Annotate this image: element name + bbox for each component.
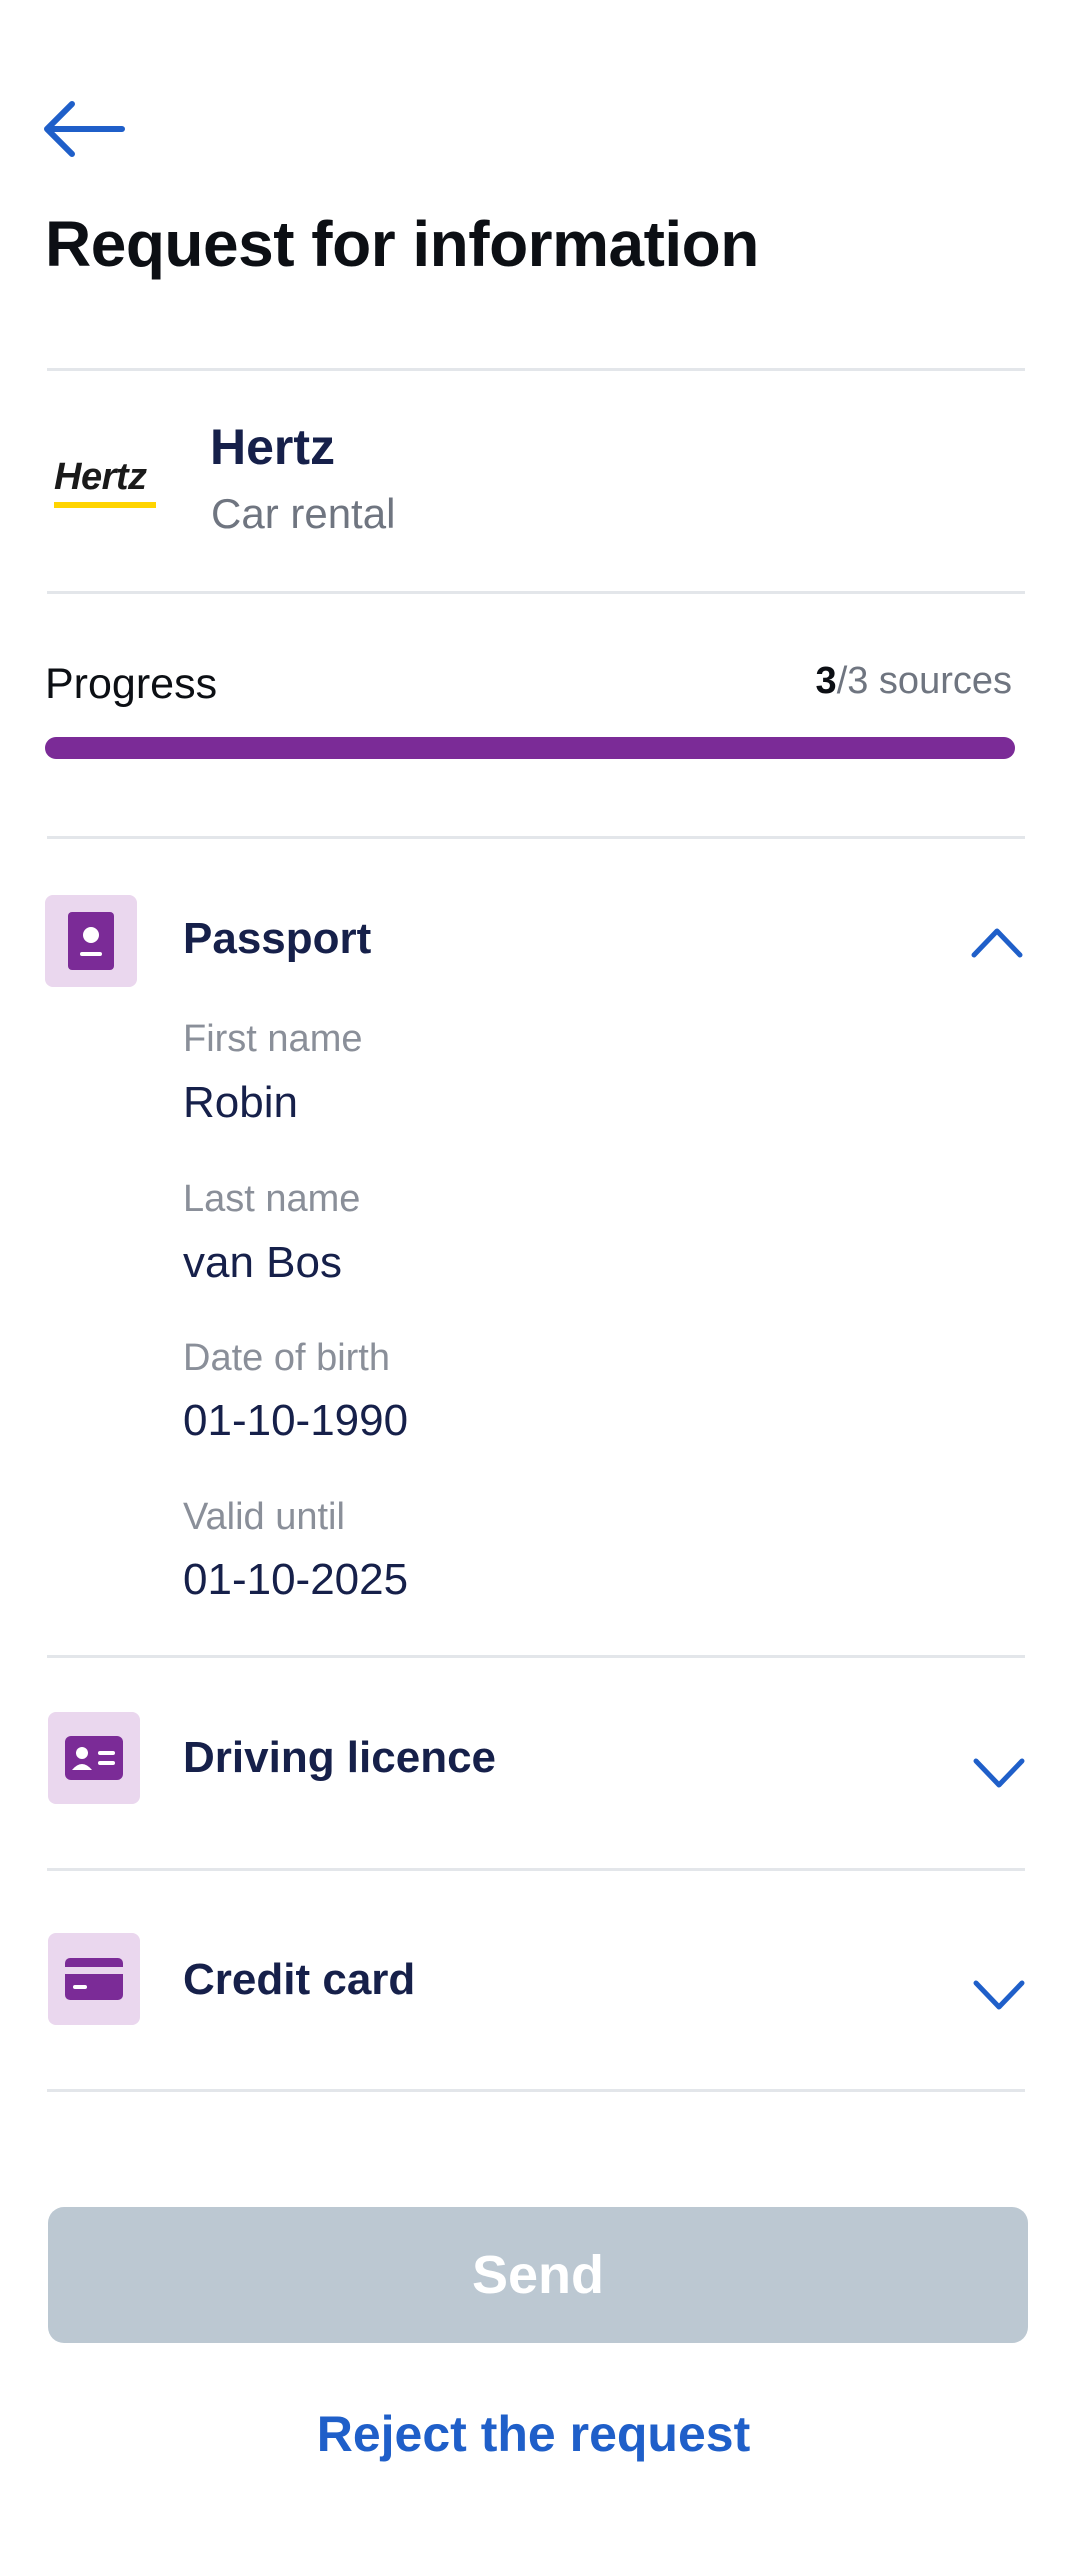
last-name-label: Last name [183, 1178, 361, 1220]
chevron-up-icon [971, 928, 1023, 958]
driving-licence-section-title: Driving licence [183, 1733, 497, 1782]
divider [47, 2089, 1025, 2092]
credit-card-section-title: Credit card [183, 1955, 416, 2004]
credit-card-icon [48, 1933, 140, 2025]
divider [47, 1655, 1025, 1658]
arrow-left-icon [44, 101, 125, 157]
chevron-down-icon [973, 1980, 1025, 2010]
passport-icon [45, 895, 137, 987]
expand-credit-card-button[interactable] [972, 1977, 1026, 2011]
divider [47, 1868, 1025, 1871]
progress-count: 3/3 sources [815, 660, 1012, 702]
progress-bar-fill [45, 737, 1015, 759]
progress-bar [45, 737, 1015, 759]
progress-label: Progress [45, 660, 218, 708]
passport-section-title: Passport [183, 914, 372, 963]
back-button[interactable] [40, 98, 126, 160]
page-title: Request for information [45, 208, 759, 280]
date-of-birth-label: Date of birth [183, 1337, 390, 1379]
first-name-value: Robin [183, 1078, 298, 1127]
send-button[interactable]: Send [48, 2207, 1028, 2343]
organization-category: Car rental [211, 490, 396, 537]
divider [47, 591, 1025, 594]
hertz-logo: Hertz [50, 448, 160, 538]
organization-name: Hertz [210, 419, 336, 475]
valid-until-label: Valid until [183, 1496, 345, 1538]
valid-until-value: 01-10-2025 [183, 1555, 409, 1604]
reject-request-link[interactable]: Reject the request [0, 2405, 1067, 2463]
last-name-value: van Bos [183, 1238, 342, 1287]
id-card-icon [48, 1712, 140, 1804]
divider [47, 836, 1025, 839]
first-name-label: First name [183, 1018, 363, 1060]
divider [47, 368, 1025, 371]
chevron-down-icon [973, 1758, 1025, 1788]
expand-driving-licence-button[interactable] [972, 1755, 1026, 1789]
collapse-passport-button[interactable] [970, 925, 1024, 959]
date-of-birth-value: 01-10-1990 [183, 1396, 409, 1445]
